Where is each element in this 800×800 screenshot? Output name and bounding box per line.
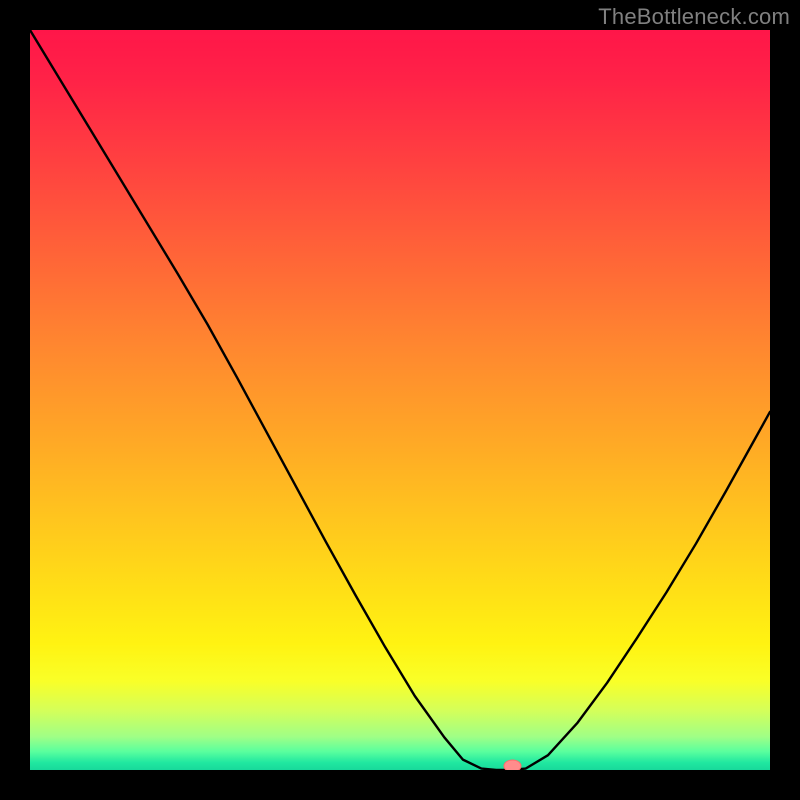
plot-area (30, 30, 770, 770)
plot-svg (30, 30, 770, 770)
attribution-text: TheBottleneck.com (598, 4, 790, 30)
chart-root: TheBottleneck.com (0, 0, 800, 800)
optimum-marker (504, 760, 521, 770)
gradient-background (30, 30, 770, 770)
